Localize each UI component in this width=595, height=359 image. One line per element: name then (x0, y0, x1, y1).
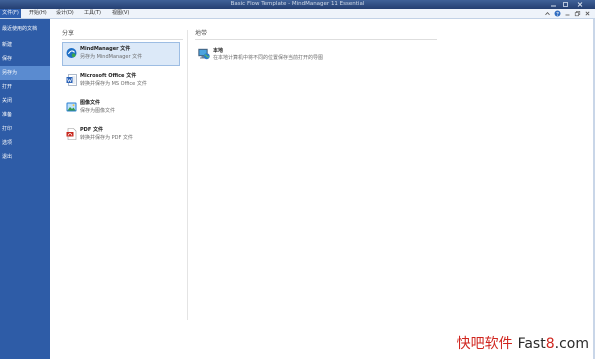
file-types-divider (62, 39, 183, 40)
watermark-site-part: 8 (545, 336, 555, 352)
place-title: 本地 (213, 48, 224, 54)
watermark-site: Fast8.com (518, 336, 589, 352)
doc-restore-icon[interactable] (574, 10, 581, 17)
menu-item-close[interactable]: 关闭 (0, 94, 50, 108)
help-icon[interactable] (554, 10, 561, 17)
mindmanager-file-icon (66, 47, 77, 59)
watermark: 快吧软件 Fast8.com (457, 334, 589, 352)
places-header: 地带 (195, 30, 208, 37)
option-pdf-file[interactable]: PDF 文件 转换并保存为 PDF 文件 (62, 123, 180, 147)
pdf-file-icon (66, 128, 77, 140)
place-description: 在本地计算机中将不同的位置保存当前打开的导图 (213, 55, 324, 61)
option-office-file[interactable]: Microsoft Office 文件 转换并保存为 MS Office 文件 (62, 69, 180, 93)
option-mindmanager-file[interactable]: MindManager 文件 另存为 MindManager 文件 (62, 42, 180, 66)
option-title: MindManager 文件 (80, 46, 131, 52)
option-title: PDF 文件 (80, 127, 103, 133)
menu-item-save[interactable]: 保存 (0, 52, 50, 66)
menu-item-print[interactable]: 打印 (0, 122, 50, 136)
doc-minimize-icon[interactable] (564, 10, 571, 17)
menu-item-new[interactable]: 新建 (0, 38, 50, 52)
backstage-menu: 最近使用的文档 新建 保存 另存为 打开 关闭 准备 打印 选项 退出 (0, 19, 50, 359)
option-title: Microsoft Office 文件 (80, 73, 137, 79)
place-local[interactable]: 本地 在本地计算机中将不同的位置保存当前打开的导图 (195, 46, 395, 68)
minimize-icon[interactable] (548, 1, 559, 8)
tab-design[interactable]: 设计(D) (56, 9, 74, 18)
menu-item-exit[interactable]: 退出 (0, 150, 50, 164)
option-title: 图像文件 (80, 100, 101, 106)
image-file-icon (66, 101, 77, 113)
menu-item-save-as[interactable]: 另存为 (0, 66, 50, 80)
menu-item-recent[interactable]: 最近使用的文档 (0, 22, 50, 36)
tab-file[interactable]: 文件(F) (0, 9, 21, 18)
option-image-file[interactable]: 图像文件 保存为图像文件 (62, 96, 180, 120)
maximize-icon[interactable] (560, 1, 571, 8)
watermark-site-part: .com (554, 336, 589, 352)
places-divider (195, 39, 437, 40)
mindmanager-window: Basic Flow Template - MindManager 11 Ess… (0, 0, 595, 359)
menu-item-open[interactable]: 打开 (0, 80, 50, 94)
tab-tools[interactable]: 工具(T) (84, 9, 101, 18)
window-title: Basic Flow Template - MindManager 11 Ess… (230, 1, 365, 7)
save-as-panel: 分享 地带 MindManager 文件 另存为 MindManager 文件 … (50, 19, 595, 359)
close-icon[interactable] (573, 1, 587, 8)
title-bar: Basic Flow Template - MindManager 11 Ess… (0, 0, 595, 9)
watermark-brand: 快吧软件 (456, 336, 513, 352)
tab-view[interactable]: 视图(V) (112, 9, 129, 18)
option-description: 转换并保存为 PDF 文件 (80, 135, 133, 141)
menu-item-options[interactable]: 选项 (0, 136, 50, 150)
option-description: 另存为 MindManager 文件 (80, 54, 143, 60)
office-file-icon (66, 74, 77, 86)
option-description: 转换并保存为 MS Office 文件 (80, 81, 147, 87)
collapse-ribbon-icon[interactable] (544, 10, 551, 17)
local-computer-icon (198, 48, 210, 60)
ribbon-tab-bar: 文件(F) 开始(H) 设计(D) 工具(T) 视图(V) (0, 9, 595, 19)
doc-close-icon[interactable] (584, 10, 591, 17)
tab-home[interactable]: 开始(H) (29, 9, 47, 18)
column-divider (187, 30, 188, 320)
watermark-site-part: Fast (517, 336, 546, 352)
menu-item-prepare[interactable]: 准备 (0, 108, 50, 122)
option-description: 保存为图像文件 (80, 108, 116, 114)
file-types-header: 分享 (62, 30, 75, 37)
